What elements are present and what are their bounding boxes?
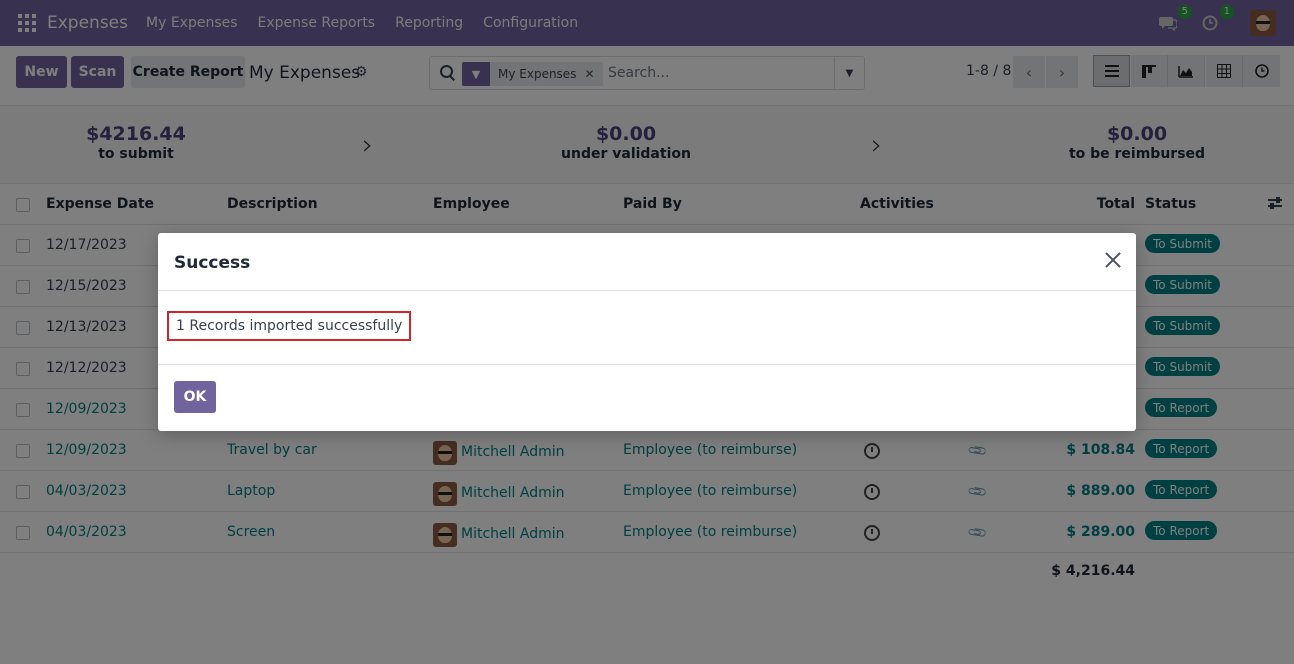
dialog-title: Success: [174, 253, 251, 273]
ok-button[interactable]: OK: [174, 381, 216, 413]
dialog-body: 1 Records imported successfully: [158, 291, 1136, 365]
success-message: 1 Records imported successfully: [167, 311, 412, 341]
close-icon[interactable]: [1104, 251, 1122, 269]
dialog-header: Success: [158, 233, 1136, 291]
success-dialog: Success 1 Records imported successfully …: [158, 233, 1136, 431]
dialog-footer: OK: [158, 365, 1136, 431]
